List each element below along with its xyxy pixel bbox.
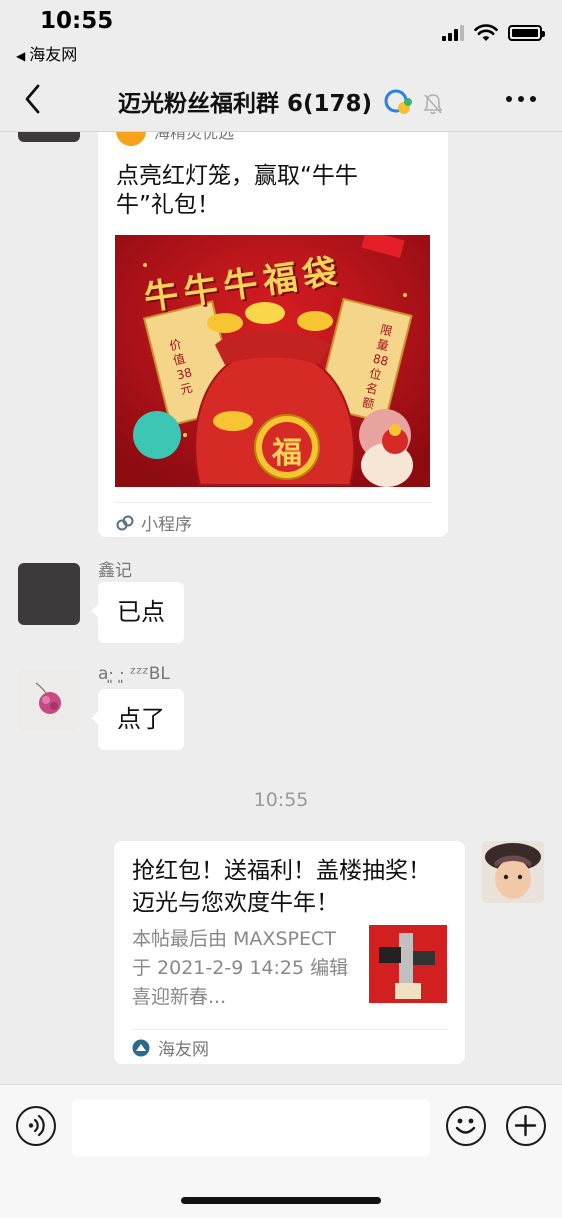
status-bar: 10:55 ◀ 海友网 (0, 0, 562, 66)
sender-name: 鑫记 (98, 561, 132, 581)
link-thumbnail (369, 925, 447, 1003)
bell-slash-icon (423, 93, 443, 114)
more-options-button[interactable] (506, 96, 536, 102)
link-card[interactable]: 抢红包！送福利！盖楼抽奖！迈光与您欢度牛年！ 本帖最后由 MAXSPECT 于 … (114, 841, 465, 1064)
emoji-icon (455, 1118, 476, 1134)
message-bubble[interactable]: 点了 (91, 689, 184, 750)
group-name: 迈光粉丝福利群 6(178) (117, 91, 372, 117)
chat-header: 迈光粉丝福利群 6(178) (0, 66, 562, 132)
emoji-button[interactable] (446, 1106, 486, 1146)
chat-messages[interactable]: 海精灵优选 点亮红灯笼，赢取“牛牛牛”礼包！ 牛牛牛福袋 价值38元 限量88位… (0, 132, 562, 1084)
mini-program-source: 海精灵优选 (116, 132, 234, 146)
avatar[interactable] (18, 132, 80, 142)
mini-program-text: 点亮红灯笼，赢取“牛牛牛”礼包！ (116, 163, 358, 218)
source-logo-icon (116, 132, 146, 146)
voice-icon (28, 1114, 45, 1137)
battery-icon (508, 25, 545, 41)
mini-program-card[interactable]: 海精灵优选 点亮红灯笼，赢取“牛牛牛”礼包！ 牛牛牛福袋 价值38元 限量88位… (98, 132, 448, 537)
back-triangle-icon: ◀ (16, 49, 26, 63)
poster-seal: 福 (272, 436, 302, 471)
message-timestamp: 10:55 (253, 789, 309, 811)
link-description: 本帖最后由 MAXSPECT 于 2021-2-9 14:25 编辑喜迎新春..… (132, 928, 349, 1008)
source-logo-icon (132, 1039, 150, 1056)
link-divider (132, 1029, 447, 1030)
link-source: 海友网 (132, 1035, 209, 1060)
back-app-label: 海友网 (29, 45, 78, 64)
cellular-signal-icon (442, 25, 464, 41)
link-title: 抢红包！送福利！盖楼抽奖！迈光与您欢度牛年！ (132, 858, 431, 916)
sender-name: a·͈ ·͈ ᶻᶻᶻBL (98, 664, 170, 684)
add-button[interactable] (506, 1106, 546, 1146)
home-indicator (181, 1197, 381, 1204)
back-to-app-link[interactable]: ◀ 海友网 (16, 41, 77, 65)
chat-title: 迈光粉丝福利群 6(178) (0, 84, 562, 122)
wifi-icon (474, 24, 498, 41)
mini-program-divider (115, 502, 431, 503)
plus-icon (514, 1114, 537, 1137)
avatar[interactable] (18, 563, 80, 625)
status-time: 10:55 (40, 8, 114, 34)
message-input[interactable] (72, 1099, 430, 1157)
message-bubble[interactable]: 已点 (91, 582, 184, 643)
voice-input-button[interactable] (16, 1106, 56, 1146)
avatar[interactable] (482, 841, 544, 903)
mini-program-poster: 牛牛牛福袋 价值38元 限量88位名额 福 (115, 235, 430, 487)
group-chat-icon (384, 89, 413, 114)
mini-program-footer: 小程序 (115, 510, 192, 535)
system-icons (442, 24, 545, 42)
mini-program-icon (116, 515, 134, 530)
avatar[interactable] (18, 669, 80, 731)
